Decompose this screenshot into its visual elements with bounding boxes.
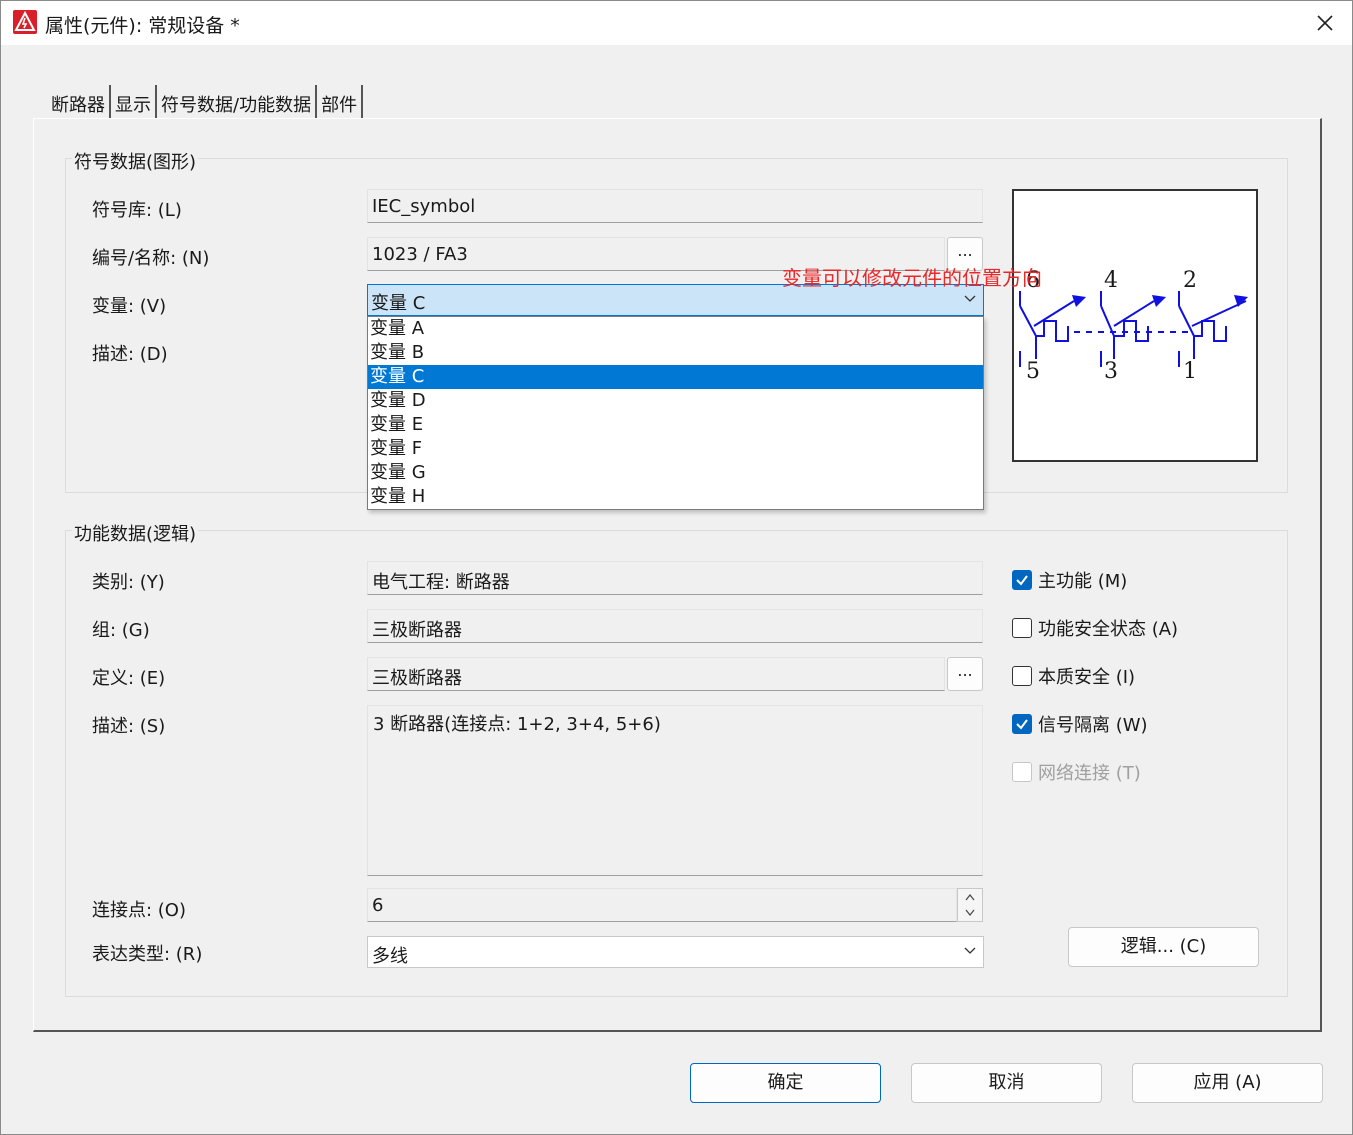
safety-state-label: 功能安全状态 (A) bbox=[1038, 619, 1179, 640]
representation-select[interactable]: 多线 bbox=[367, 936, 984, 968]
window-title: 属性(元件): 常规设备 * bbox=[45, 15, 240, 37]
close-icon bbox=[1317, 15, 1333, 31]
chevron-down-icon bbox=[964, 295, 976, 302]
checkbox-unchecked-icon bbox=[1012, 618, 1032, 638]
symbol-number-label: 编号/名称: (N) bbox=[92, 248, 210, 269]
title-bar: 属性(元件): 常规设备 * bbox=[1, 1, 1352, 45]
tab-breaker[interactable]: 断路器 bbox=[47, 85, 111, 119]
terminal-label-3: 3 bbox=[1104, 359, 1118, 384]
apply-button[interactable]: 应用 (A) bbox=[1132, 1063, 1323, 1103]
variant-label: 变量: (V) bbox=[92, 296, 167, 317]
group-label: 组: (G) bbox=[92, 620, 150, 641]
variant-option-a[interactable]: 变量 A bbox=[368, 317, 983, 341]
main-function-label: 主功能 (M) bbox=[1038, 571, 1128, 592]
tab-parts[interactable]: 部件 bbox=[317, 85, 364, 119]
variant-combobox-value: 变量 C bbox=[371, 293, 426, 314]
definition-browse-button[interactable]: ... bbox=[947, 657, 983, 691]
connections-field[interactable]: 6 bbox=[367, 888, 957, 922]
representation-label: 表达类型: (R) bbox=[92, 944, 203, 965]
variant-option-g[interactable]: 变量 G bbox=[368, 461, 983, 485]
signal-isolation-checkbox[interactable]: 信号隔离 (W) bbox=[1012, 711, 1148, 737]
triangle-up-icon bbox=[965, 894, 975, 901]
variant-option-e[interactable]: 变量 E bbox=[368, 413, 983, 437]
network-connection-label: 网络连接 (T) bbox=[1038, 763, 1141, 784]
triangle-down-icon bbox=[965, 909, 975, 916]
checkbox-disabled-icon bbox=[1012, 762, 1032, 782]
stepper-down-button[interactable] bbox=[958, 905, 982, 921]
tab-display[interactable]: 显示 bbox=[111, 85, 157, 119]
terminal-label-2: 2 bbox=[1183, 268, 1197, 293]
variant-annotation: 变量可以修改元件的位置方向 bbox=[782, 266, 1042, 290]
category-label: 类别: (Y) bbox=[92, 572, 165, 593]
category-field: 电气工程: 断路器 bbox=[367, 561, 983, 595]
intrinsic-safety-checkbox[interactable]: 本质安全 (I) bbox=[1012, 663, 1135, 689]
symbol-preview: 6 4 2 5 3 1 bbox=[1012, 189, 1258, 462]
symbol-library-field: IEC_symbol bbox=[367, 189, 983, 223]
connections-label: 连接点: (O) bbox=[92, 900, 186, 921]
checkbox-checked-icon bbox=[1012, 570, 1032, 590]
intrinsic-safety-label: 本质安全 (I) bbox=[1038, 667, 1136, 688]
tab-symbol-function-data[interactable]: 符号数据/功能数据 bbox=[157, 85, 318, 119]
main-function-checkbox[interactable]: 主功能 (M) bbox=[1012, 567, 1127, 593]
breaker-symbol-graphic bbox=[1019, 291, 1248, 367]
terminal-label-5: 5 bbox=[1026, 359, 1040, 384]
signal-isolation-label: 信号隔离 (W) bbox=[1038, 715, 1148, 736]
ok-button[interactable]: 确定 bbox=[690, 1063, 881, 1103]
symbol-library-label: 符号库: (L) bbox=[92, 200, 182, 221]
symbol-data-group-title: 符号数据(图形) bbox=[72, 148, 199, 174]
definition-field: 三极断路器 bbox=[367, 657, 945, 691]
safety-state-checkbox[interactable]: 功能安全状态 (A) bbox=[1012, 615, 1178, 641]
variant-option-f[interactable]: 变量 F bbox=[368, 437, 983, 461]
network-connection-checkbox: 网络连接 (T) bbox=[1012, 759, 1141, 785]
connections-stepper[interactable] bbox=[957, 888, 983, 922]
function-data-group-title: 功能数据(逻辑) bbox=[72, 520, 199, 546]
representation-select-value: 多线 bbox=[372, 946, 408, 967]
properties-dialog: 属性(元件): 常规设备 * 断路器 显示 符号数据/功能数据 部件 符号数据(… bbox=[0, 0, 1353, 1135]
variant-option-h[interactable]: 变量 H bbox=[368, 485, 983, 509]
variant-dropdown-list: 变量 A 变量 B 变量 C 变量 D 变量 E 变量 F 变量 G 变量 H bbox=[367, 316, 984, 510]
function-description-label: 描述: (S) bbox=[92, 716, 166, 737]
tab-strip: 断路器 显示 符号数据/功能数据 部件 bbox=[47, 85, 364, 119]
logic-button[interactable]: 逻辑... (C) bbox=[1068, 927, 1259, 967]
cancel-button[interactable]: 取消 bbox=[911, 1063, 1102, 1103]
checkbox-checked-icon bbox=[1012, 714, 1032, 734]
definition-label: 定义: (E) bbox=[92, 668, 166, 689]
terminal-label-4: 4 bbox=[1104, 268, 1118, 293]
variant-option-c[interactable]: 变量 C bbox=[368, 365, 983, 389]
variant-option-d[interactable]: 变量 D bbox=[368, 389, 983, 413]
function-description-textarea[interactable]: 3 断路器(连接点: 1+2, 3+4, 5+6) bbox=[367, 705, 983, 876]
symbol-description-label: 描述: (D) bbox=[92, 344, 168, 365]
checkbox-unchecked-icon bbox=[1012, 666, 1032, 686]
close-button[interactable] bbox=[1298, 1, 1352, 45]
chevron-down-icon bbox=[964, 947, 976, 954]
stepper-up-button[interactable] bbox=[958, 889, 982, 905]
variant-option-b[interactable]: 变量 B bbox=[368, 341, 983, 365]
terminal-label-1: 1 bbox=[1183, 359, 1197, 384]
app-logo-icon bbox=[13, 10, 37, 34]
group-field: 三极断路器 bbox=[367, 609, 983, 643]
